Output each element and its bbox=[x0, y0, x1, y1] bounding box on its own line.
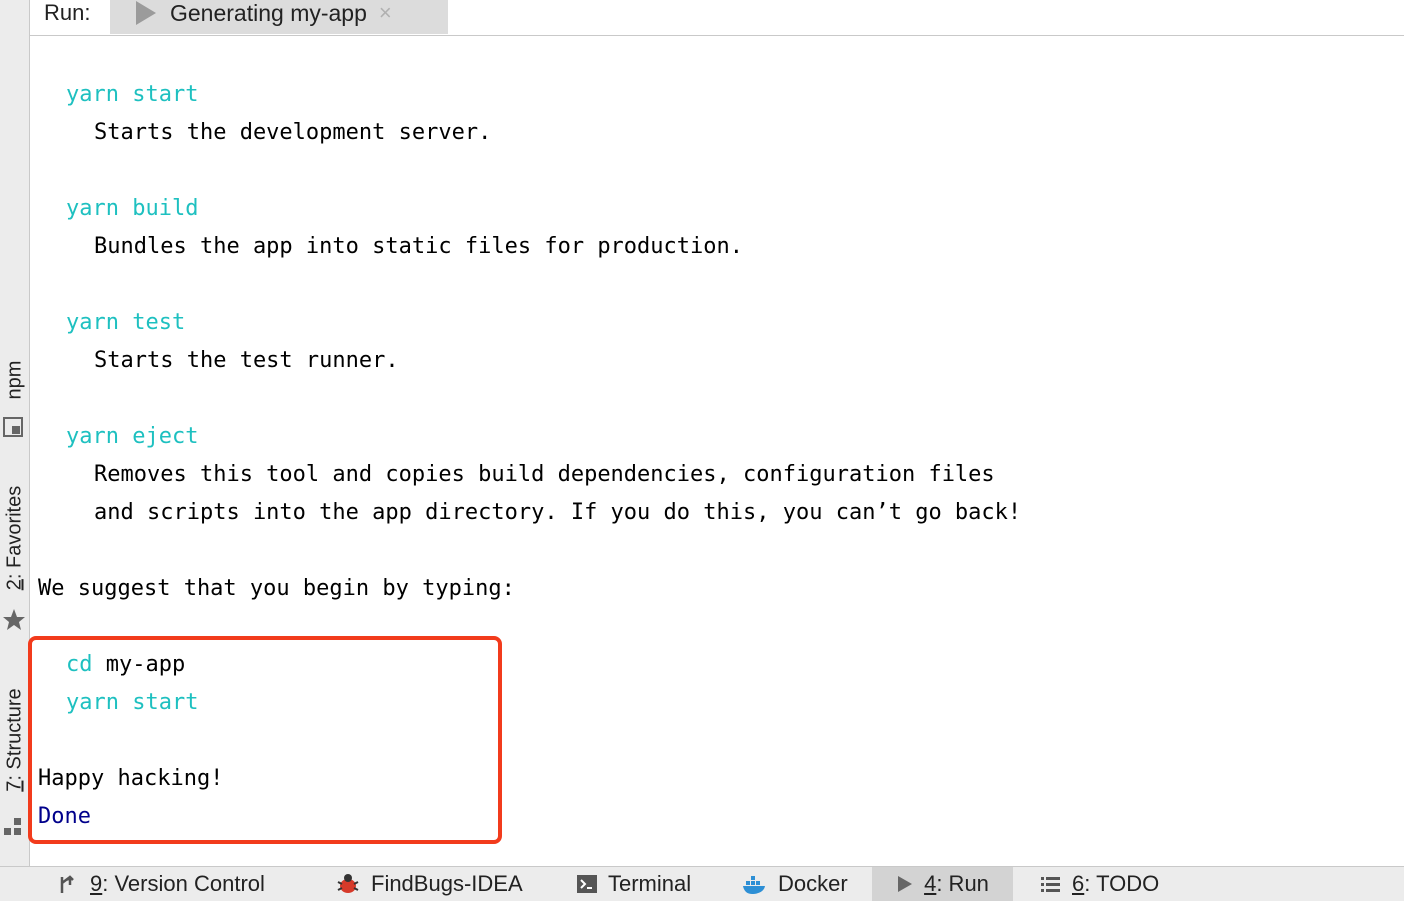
run-play-icon bbox=[136, 1, 156, 25]
tab-run[interactable]: 4: Run bbox=[872, 867, 1013, 901]
npm-tool-tab[interactable]: npm bbox=[0, 350, 29, 440]
structure-icon bbox=[4, 818, 21, 835]
docker-label: Docker bbox=[778, 871, 848, 896]
run-tool-header: Run: Generating my-app × bbox=[30, 0, 1404, 36]
terminal-icon bbox=[577, 875, 597, 893]
console-line: cd my-app bbox=[66, 652, 186, 677]
tab-todo[interactable]: 6: TODO bbox=[1040, 867, 1159, 901]
tab-version-control[interactable]: 9: Version Control bbox=[58, 867, 265, 901]
console-line-done: Done bbox=[38, 804, 91, 829]
run-tab-title: Generating my-app bbox=[170, 0, 367, 26]
console-line: Starts the test runner. bbox=[94, 348, 399, 373]
todo-label: 6: TODO bbox=[1072, 871, 1160, 896]
console-line: Happy hacking! bbox=[38, 766, 224, 791]
console-line: Removes this tool and copies build depen… bbox=[94, 462, 995, 487]
tab-docker[interactable]: Docker bbox=[742, 867, 848, 901]
console-line: yarn eject bbox=[66, 424, 199, 449]
findbugs-label: FindBugs-IDEA bbox=[371, 871, 523, 896]
console-line: yarn start bbox=[66, 82, 199, 107]
favorites-tool-tab[interactable]: 2: Favorites bbox=[0, 470, 29, 640]
terminal-label: Terminal bbox=[608, 871, 692, 896]
bottom-tool-bar: 9: Version Control FindBugs-IDEA Termina… bbox=[0, 866, 1404, 901]
console-line: yarn test bbox=[66, 310, 186, 335]
console-line: and scripts into the app directory. If y… bbox=[94, 500, 1022, 525]
console-line: We suggest that you begin by typing: bbox=[38, 576, 515, 601]
console-line: Starts the development server. bbox=[94, 120, 492, 145]
run-label-bottom: 4: Run bbox=[924, 871, 989, 896]
npm-label: npm bbox=[3, 360, 25, 400]
npm-icon bbox=[3, 417, 23, 437]
structure-label: 7: Structure bbox=[3, 688, 25, 792]
run-icon bbox=[898, 876, 913, 892]
bug-icon bbox=[337, 874, 359, 893]
todo-list-icon bbox=[1041, 877, 1060, 892]
console-line: Bundles the app into static files for pr… bbox=[94, 234, 744, 259]
docker-icon bbox=[743, 876, 765, 894]
tab-findbugs[interactable]: FindBugs-IDEA bbox=[335, 867, 523, 901]
left-tool-strip: npm 2: Favorites 7: Structure bbox=[0, 0, 30, 866]
tab-terminal[interactable]: Terminal bbox=[576, 867, 691, 901]
version-control-label: 9: Version Control bbox=[90, 871, 265, 896]
favorites-label: 2: Favorites bbox=[3, 485, 25, 591]
close-icon[interactable]: × bbox=[379, 0, 392, 26]
console-line: yarn build bbox=[66, 196, 199, 221]
run-label: Run: bbox=[44, 0, 91, 25]
version-control-icon bbox=[60, 875, 74, 893]
structure-tool-tab[interactable]: 7: Structure bbox=[0, 670, 29, 840]
console-line: yarn start bbox=[66, 690, 199, 715]
star-icon bbox=[3, 609, 25, 630]
console-output[interactable]: yarn start Starts the development server… bbox=[28, 36, 1404, 866]
run-tab-generating[interactable]: Generating my-app × bbox=[110, 0, 448, 34]
